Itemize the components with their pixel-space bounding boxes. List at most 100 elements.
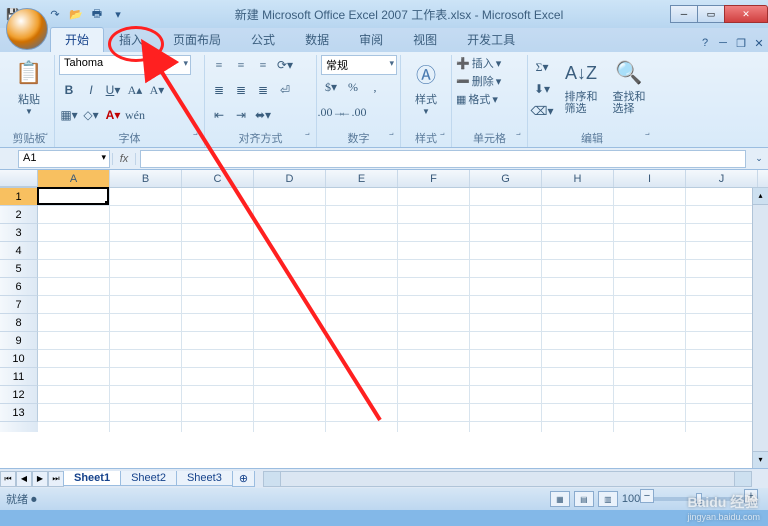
horizontal-scrollbar[interactable] [263, 471, 752, 487]
row-header-11[interactable]: 11 [0, 368, 38, 386]
cell-area[interactable] [38, 188, 768, 432]
clear-button[interactable]: ⌫▾ [532, 101, 552, 121]
styles-button[interactable]: Ⓐ 样式 ▼ [405, 57, 447, 116]
paste-button[interactable]: 📋 粘贴 ▼ [8, 57, 50, 116]
open-icon[interactable]: 📂 [67, 5, 85, 23]
col-header-F[interactable]: F [398, 170, 470, 187]
align-middle-button[interactable]: ≡ [231, 55, 251, 75]
col-header-B[interactable]: B [110, 170, 182, 187]
percent-button[interactable]: % [343, 77, 363, 97]
delete-cells-button[interactable]: ➖删除 ▾ [456, 73, 523, 89]
qat-more-icon[interactable]: ▾ [109, 5, 127, 23]
ribbon-minimize-window-icon[interactable]: ─ [714, 34, 732, 52]
ribbon-tab-公式[interactable]: 公式 [236, 27, 290, 52]
tab-nav-next[interactable]: ▶ [32, 471, 48, 487]
currency-button[interactable]: $▾ [321, 77, 341, 97]
row-header-8[interactable]: 8 [0, 314, 38, 332]
increase-indent-button[interactable]: ⇥ [231, 105, 251, 125]
sheet-tab-Sheet2[interactable]: Sheet2 [120, 471, 177, 486]
tab-nav-prev[interactable]: ◀ [16, 471, 32, 487]
find-select-button[interactable]: 🔍 查找和 选择 [606, 57, 652, 115]
merge-button[interactable]: ⬌▾ [253, 105, 273, 125]
view-normal-button[interactable]: ▦ [550, 491, 570, 507]
office-button[interactable] [6, 8, 48, 50]
decrease-indent-button[interactable]: ⇤ [209, 105, 229, 125]
view-layout-button[interactable]: ▤ [574, 491, 594, 507]
formula-expand-icon[interactable]: ⌄ [750, 150, 768, 168]
row-header-7[interactable]: 7 [0, 296, 38, 314]
row-header-10[interactable]: 10 [0, 350, 38, 368]
phonetic-button[interactable]: wén [125, 105, 145, 125]
ribbon-help-icon[interactable]: ? [696, 34, 714, 52]
macro-record-icon[interactable]: ⏺ [31, 494, 37, 506]
format-cells-button[interactable]: ▦格式 ▾ [456, 91, 523, 107]
comma-button[interactable]: , [365, 77, 385, 97]
orientation-button[interactable]: ⟳▾ [275, 55, 295, 75]
font-color-button[interactable]: A▾ [103, 105, 123, 125]
row-header-13[interactable]: 13 [0, 404, 38, 422]
border-button[interactable]: ▦▾ [59, 105, 79, 125]
close-button[interactable]: ✕ [724, 5, 768, 23]
font-size-combo[interactable]: 11 [153, 55, 191, 75]
name-box[interactable]: A1 [18, 150, 110, 168]
col-header-G[interactable]: G [470, 170, 542, 187]
fx-button[interactable]: fx [112, 153, 136, 165]
row-header-6[interactable]: 6 [0, 278, 38, 296]
font-name-combo[interactable]: Tahoma [59, 55, 151, 75]
align-right-button[interactable]: ≣ [253, 80, 273, 100]
decrease-decimal-button[interactable]: ←.00 [343, 102, 363, 122]
row-header-5[interactable]: 5 [0, 260, 38, 278]
redo-icon[interactable]: ↷ [46, 5, 64, 23]
ribbon-close-window-icon[interactable]: ✕ [750, 34, 768, 52]
new-sheet-button[interactable]: ⊕ [232, 471, 255, 487]
row-header-4[interactable]: 4 [0, 242, 38, 260]
col-header-I[interactable]: I [614, 170, 686, 187]
align-bottom-button[interactable]: ≡ [253, 55, 273, 75]
number-format-combo[interactable]: 常规 [321, 55, 397, 75]
select-all-button[interactable] [0, 170, 38, 187]
row-header-1[interactable]: 1 [0, 188, 38, 206]
increase-decimal-button[interactable]: .00→ [321, 102, 341, 122]
bold-button[interactable]: B [59, 80, 79, 100]
ribbon-tab-视图[interactable]: 视图 [398, 27, 452, 52]
view-pagebreak-button[interactable]: ▥ [598, 491, 618, 507]
col-header-E[interactable]: E [326, 170, 398, 187]
ribbon-tab-开发工具[interactable]: 开发工具 [452, 27, 530, 52]
sheet-tab-Sheet1[interactable]: Sheet1 [63, 471, 121, 486]
col-header-A[interactable]: A [38, 170, 110, 187]
shrink-font-button[interactable]: A▾ [147, 80, 167, 100]
grow-font-button[interactable]: A▴ [125, 80, 145, 100]
underline-button[interactable]: U▾ [103, 80, 123, 100]
col-header-D[interactable]: D [254, 170, 326, 187]
sort-filter-button[interactable]: A↓Z 排序和 筛选 [558, 57, 604, 115]
tab-nav-first[interactable]: ⏮ [0, 471, 16, 487]
align-left-button[interactable]: ≣ [209, 80, 229, 100]
autosum-button[interactable]: Σ▾ [532, 57, 552, 77]
fill-color-button[interactable]: ◇▾ [81, 105, 101, 125]
row-header-3[interactable]: 3 [0, 224, 38, 242]
sheet-tab-Sheet3[interactable]: Sheet3 [176, 471, 233, 486]
col-header-H[interactable]: H [542, 170, 614, 187]
row-header-12[interactable]: 12 [0, 386, 38, 404]
italic-button[interactable]: I [81, 80, 101, 100]
quickprint-icon[interactable]: 🖶 [88, 5, 106, 23]
wrap-text-button[interactable]: ⏎ [275, 80, 295, 100]
ribbon-tab-开始[interactable]: 开始 [50, 27, 104, 52]
fill-button[interactable]: ⬇▾ [532, 79, 552, 99]
formula-input[interactable] [140, 150, 746, 168]
ribbon-tab-页面布局[interactable]: 页面布局 [158, 27, 236, 52]
align-center-button[interactable]: ≣ [231, 80, 251, 100]
row-header-2[interactable]: 2 [0, 206, 38, 224]
insert-cells-button[interactable]: ➕插入 ▾ [456, 55, 523, 71]
vertical-scrollbar[interactable] [752, 188, 768, 468]
col-header-J[interactable]: J [686, 170, 758, 187]
ribbon-restore-window-icon[interactable]: ❐ [732, 34, 750, 52]
maximize-button[interactable]: ▭ [697, 5, 725, 23]
ribbon-tab-审阅[interactable]: 审阅 [344, 27, 398, 52]
row-header-9[interactable]: 9 [0, 332, 38, 350]
minimize-button[interactable]: ─ [670, 5, 698, 23]
align-top-button[interactable]: ≡ [209, 55, 229, 75]
ribbon-tab-数据[interactable]: 数据 [290, 27, 344, 52]
tab-nav-last[interactable]: ⏭ [48, 471, 64, 487]
ribbon-tab-插入[interactable]: 插入 [104, 27, 158, 52]
